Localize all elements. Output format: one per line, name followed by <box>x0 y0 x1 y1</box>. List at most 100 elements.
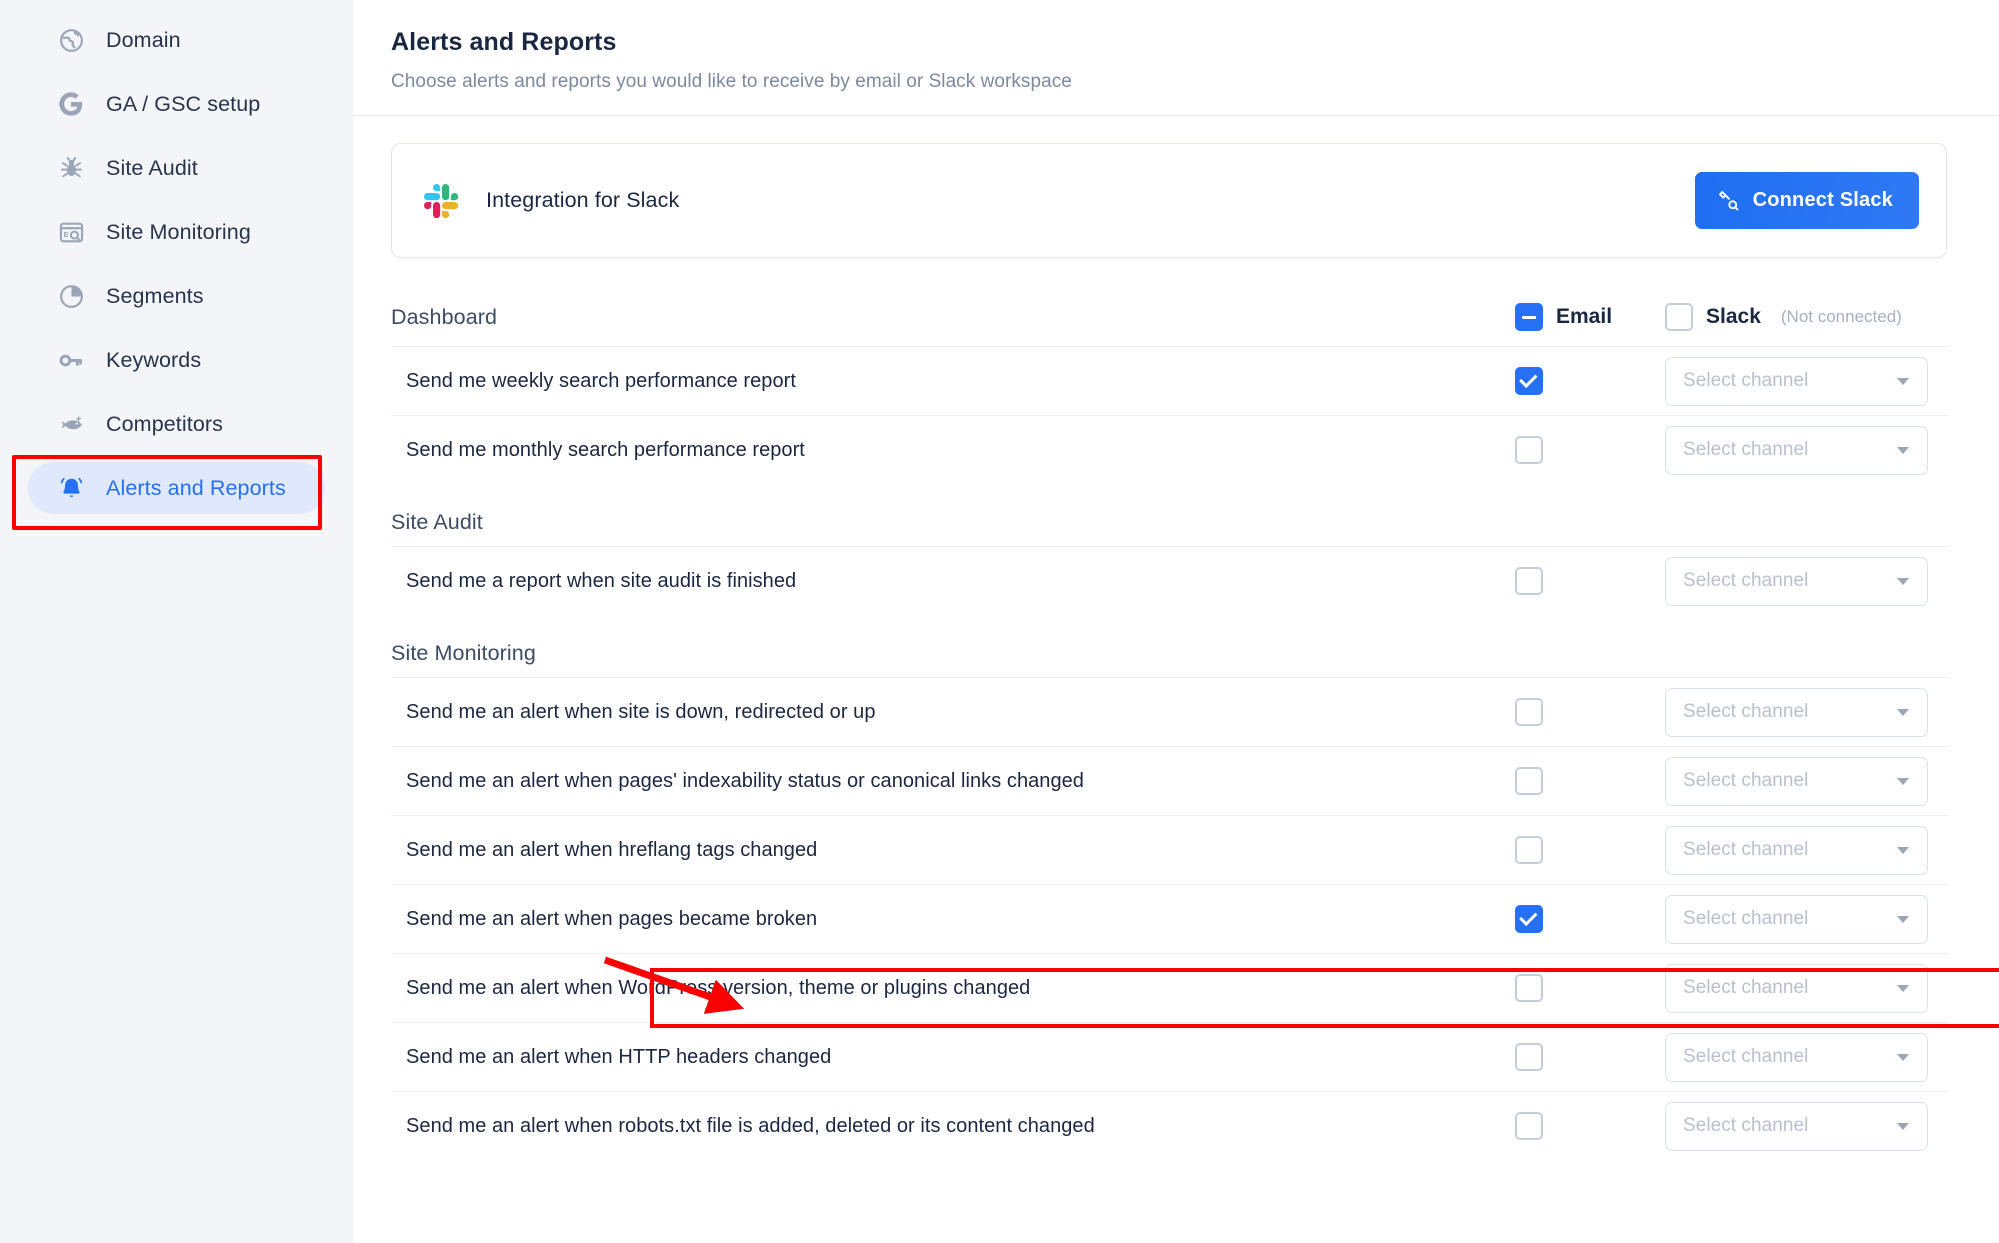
slack-integration-card: Integration for Slack Connect Slack <box>391 143 1947 258</box>
channel-select-placeholder: Select channel <box>1683 770 1809 791</box>
sidebar: Domain GA / GSC setup Site Audit E Site M… <box>0 0 353 1243</box>
alert-setting-row: Send me an alert when site is down, redi… <box>391 677 1949 746</box>
channel-select[interactable]: Select channel <box>1665 963 1928 1013</box>
email-checkbox[interactable] <box>1515 436 1543 464</box>
chevron-down-icon <box>1897 446 1909 454</box>
monitor-search-icon: E <box>56 217 86 247</box>
alert-setting-label: Send me an alert when pages' indexabilit… <box>406 769 1084 792</box>
email-cell <box>1503 1112 1659 1140</box>
channel-select[interactable]: Select channel <box>1665 894 1928 944</box>
sidebar-item-segments[interactable]: Segments <box>28 270 325 322</box>
slack-column-checkbox[interactable] <box>1665 303 1693 331</box>
slack-cell: Select channel <box>1659 1032 1949 1082</box>
sidebar-item-site-audit[interactable]: Site Audit <box>28 142 325 194</box>
chevron-down-icon <box>1897 984 1909 992</box>
connect-slack-label: Connect Slack <box>1752 189 1893 211</box>
email-column-label: Email <box>1556 305 1613 328</box>
email-checkbox[interactable] <box>1515 767 1543 795</box>
alert-setting-row: Send me an alert when HTTP headers chang… <box>391 1022 1949 1091</box>
email-checkbox[interactable] <box>1515 1043 1543 1071</box>
alert-setting-row: Send me an alert when WordPress version,… <box>391 953 1949 1022</box>
alert-setting-label: Send me an alert when site is down, redi… <box>406 700 876 723</box>
section-label: Dashboard <box>391 304 498 329</box>
app-root: Domain GA / GSC setup Site Audit E Site M… <box>0 0 1999 1243</box>
alert-setting-label: Send me monthly search performance repor… <box>406 438 805 461</box>
email-checkbox[interactable] <box>1515 1112 1543 1140</box>
channel-select[interactable]: Select channel <box>1665 687 1928 737</box>
page-subtitle: Choose alerts and reports you would like… <box>391 71 1072 92</box>
connect-plug-icon <box>1717 189 1740 212</box>
alert-setting-row: Send me an alert when hreflang tags chan… <box>391 815 1949 884</box>
key-icon <box>56 345 86 375</box>
channel-select-placeholder: Select channel <box>1683 908 1809 929</box>
sidebar-item-alerts-and-reports[interactable]: Alerts and Reports <box>28 462 325 514</box>
email-cell <box>1503 698 1659 726</box>
email-cell <box>1503 1043 1659 1071</box>
channel-select[interactable]: Select channel <box>1665 1101 1928 1151</box>
email-checkbox[interactable] <box>1515 567 1543 595</box>
content-panel: Alerts and Reports Choose alerts and rep… <box>353 0 1999 1243</box>
email-checkbox[interactable] <box>1515 698 1543 726</box>
channel-select[interactable]: Select channel <box>1665 756 1928 806</box>
svg-text:E: E <box>63 230 68 239</box>
chevron-down-icon <box>1897 846 1909 854</box>
sidebar-item-competitors[interactable]: Competitors <box>28 398 325 450</box>
sidebar-item-domain[interactable]: Domain <box>28 14 325 66</box>
chevron-down-icon <box>1897 915 1909 923</box>
email-cell <box>1503 436 1659 464</box>
fish-icon <box>56 409 86 439</box>
email-cell <box>1503 567 1659 595</box>
bell-icon <box>56 473 86 503</box>
channel-select[interactable]: Select channel <box>1665 556 1928 606</box>
slack-cell: Select channel <box>1659 556 1949 606</box>
slack-cell: Select channel <box>1659 687 1949 737</box>
channel-select[interactable]: Select channel <box>1665 825 1928 875</box>
channel-select[interactable]: Select channel <box>1665 425 1928 475</box>
alert-setting-row: Send me an alert when pages became broke… <box>391 884 1949 953</box>
email-checkbox[interactable] <box>1515 836 1543 864</box>
email-column-checkbox[interactable] <box>1515 303 1543 331</box>
email-checkbox[interactable] <box>1515 367 1543 395</box>
alert-setting-label: Send me an alert when pages became broke… <box>406 907 818 930</box>
sidebar-item-label: Site Monitoring <box>106 219 251 244</box>
column-header-row: Dashboard Email Slack (Not connected) <box>391 288 1949 346</box>
alert-setting-label: Send me weekly search performance report <box>406 369 796 392</box>
chevron-down-icon <box>1897 1122 1909 1130</box>
slack-column-header: Slack (Not connected) <box>1659 303 1949 331</box>
chevron-down-icon <box>1897 577 1909 585</box>
connect-slack-button[interactable]: Connect Slack <box>1694 172 1919 229</box>
alert-setting-row: Send me an alert when pages' indexabilit… <box>391 746 1949 815</box>
email-cell <box>1503 905 1659 933</box>
email-checkbox[interactable] <box>1515 974 1543 1002</box>
channel-select-placeholder: Select channel <box>1683 370 1809 391</box>
slack-cell: Select channel <box>1659 963 1949 1013</box>
sidebar-item-site-monitoring[interactable]: E Site Monitoring <box>28 206 325 258</box>
slack-cell: Select channel <box>1659 825 1949 875</box>
alert-setting-label: Send me an alert when WordPress version,… <box>406 976 1031 999</box>
pie-chart-icon <box>56 281 86 311</box>
alert-settings-sections: Dashboard Email Slack (Not connected) Se… <box>391 288 1949 1160</box>
chevron-down-icon <box>1897 777 1909 785</box>
channel-select[interactable]: Select channel <box>1665 356 1928 406</box>
globe-icon <box>56 25 86 55</box>
alert-setting-row: Send me an alert when robots.txt file is… <box>391 1091 1949 1160</box>
sidebar-item-label: Site Audit <box>106 155 198 180</box>
chevron-down-icon <box>1897 377 1909 385</box>
channel-select-placeholder: Select channel <box>1683 570 1809 591</box>
slack-not-connected-note: (Not connected) <box>1780 307 1902 326</box>
email-checkbox[interactable] <box>1515 905 1543 933</box>
sidebar-item-keywords[interactable]: Keywords <box>28 334 325 386</box>
email-cell <box>1503 974 1659 1002</box>
email-cell <box>1503 836 1659 864</box>
channel-select-placeholder: Select channel <box>1683 1115 1809 1136</box>
alert-setting-row: Send me monthly search performance repor… <box>391 415 1949 484</box>
email-cell <box>1503 767 1659 795</box>
alert-setting-label: Send me an alert when hreflang tags chan… <box>406 838 818 861</box>
alert-setting-label: Send me an alert when robots.txt file is… <box>406 1114 1095 1137</box>
settings-body: Integration for Slack Connect Slack Dash… <box>353 143 1999 1160</box>
sidebar-item-label: GA / GSC setup <box>106 91 261 116</box>
sidebar-item-ga-gsc-setup[interactable]: GA / GSC setup <box>28 78 325 130</box>
sidebar-item-label: Alerts and Reports <box>106 475 286 500</box>
alert-setting-row: Send me weekly search performance report… <box>391 346 1949 415</box>
channel-select[interactable]: Select channel <box>1665 1032 1928 1082</box>
